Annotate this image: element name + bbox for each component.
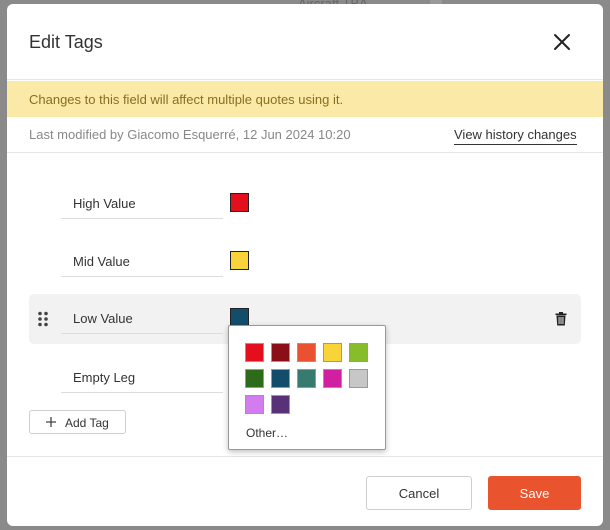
trash-icon [555,312,567,326]
drag-handle-icon [38,311,48,327]
warning-banner: Changes to this field will affect multip… [7,81,603,117]
last-modified-text: Last modified by Giacomo Esquerré, 12 Ju… [29,127,351,142]
modification-info: Last modified by Giacomo Esquerré, 12 Ju… [7,117,603,153]
palette-swatch-green[interactable] [245,369,264,388]
close-icon [554,34,570,50]
dialog-title: Edit Tags [29,32,103,52]
palette-swatch-lavender[interactable] [245,395,264,414]
palette-swatch-yellow[interactable] [323,343,342,362]
view-history-link[interactable]: View history changes [454,127,577,145]
color-palette-popover: Other… [228,325,386,450]
palette-swatch-magenta[interactable] [323,369,342,388]
palette-swatch-dark-red[interactable] [271,343,290,362]
tag-color-swatch[interactable] [230,251,249,270]
edit-tags-dialog: Edit Tags Changes to this field will aff… [7,4,603,526]
palette-swatch-red[interactable] [245,343,264,362]
add-tag-button[interactable]: Add Tag [29,410,126,434]
palette-swatch-teal[interactable] [297,369,316,388]
drag-handle[interactable] [37,311,49,327]
palette-swatch-lime[interactable] [349,343,368,362]
tag-name-input[interactable] [61,363,223,393]
warning-banner-text: Changes to this field will affect multip… [29,92,344,107]
tag-row-high-value [29,179,581,229]
dialog-header: Edit Tags [7,4,603,80]
cancel-button[interactable]: Cancel [366,476,472,510]
tag-color-swatch[interactable] [230,193,249,212]
tag-row-mid-value [29,237,581,287]
delete-tag-button[interactable] [555,312,567,326]
add-tag-label: Add Tag [65,416,109,430]
save-button[interactable]: Save [488,476,581,510]
palette-swatch-purple[interactable] [271,395,290,414]
plus-icon [46,417,56,427]
palette-swatch-grey[interactable] [349,369,368,388]
palette-swatch-orange[interactable] [297,343,316,362]
close-button[interactable] [550,30,574,54]
palette-other-option[interactable]: Other… [246,426,288,440]
palette-swatch-navy[interactable] [271,369,290,388]
tag-name-input[interactable] [61,189,223,219]
tag-name-input[interactable] [61,247,223,277]
dialog-footer: Cancel Save [7,456,603,526]
tag-name-input[interactable] [61,304,223,334]
